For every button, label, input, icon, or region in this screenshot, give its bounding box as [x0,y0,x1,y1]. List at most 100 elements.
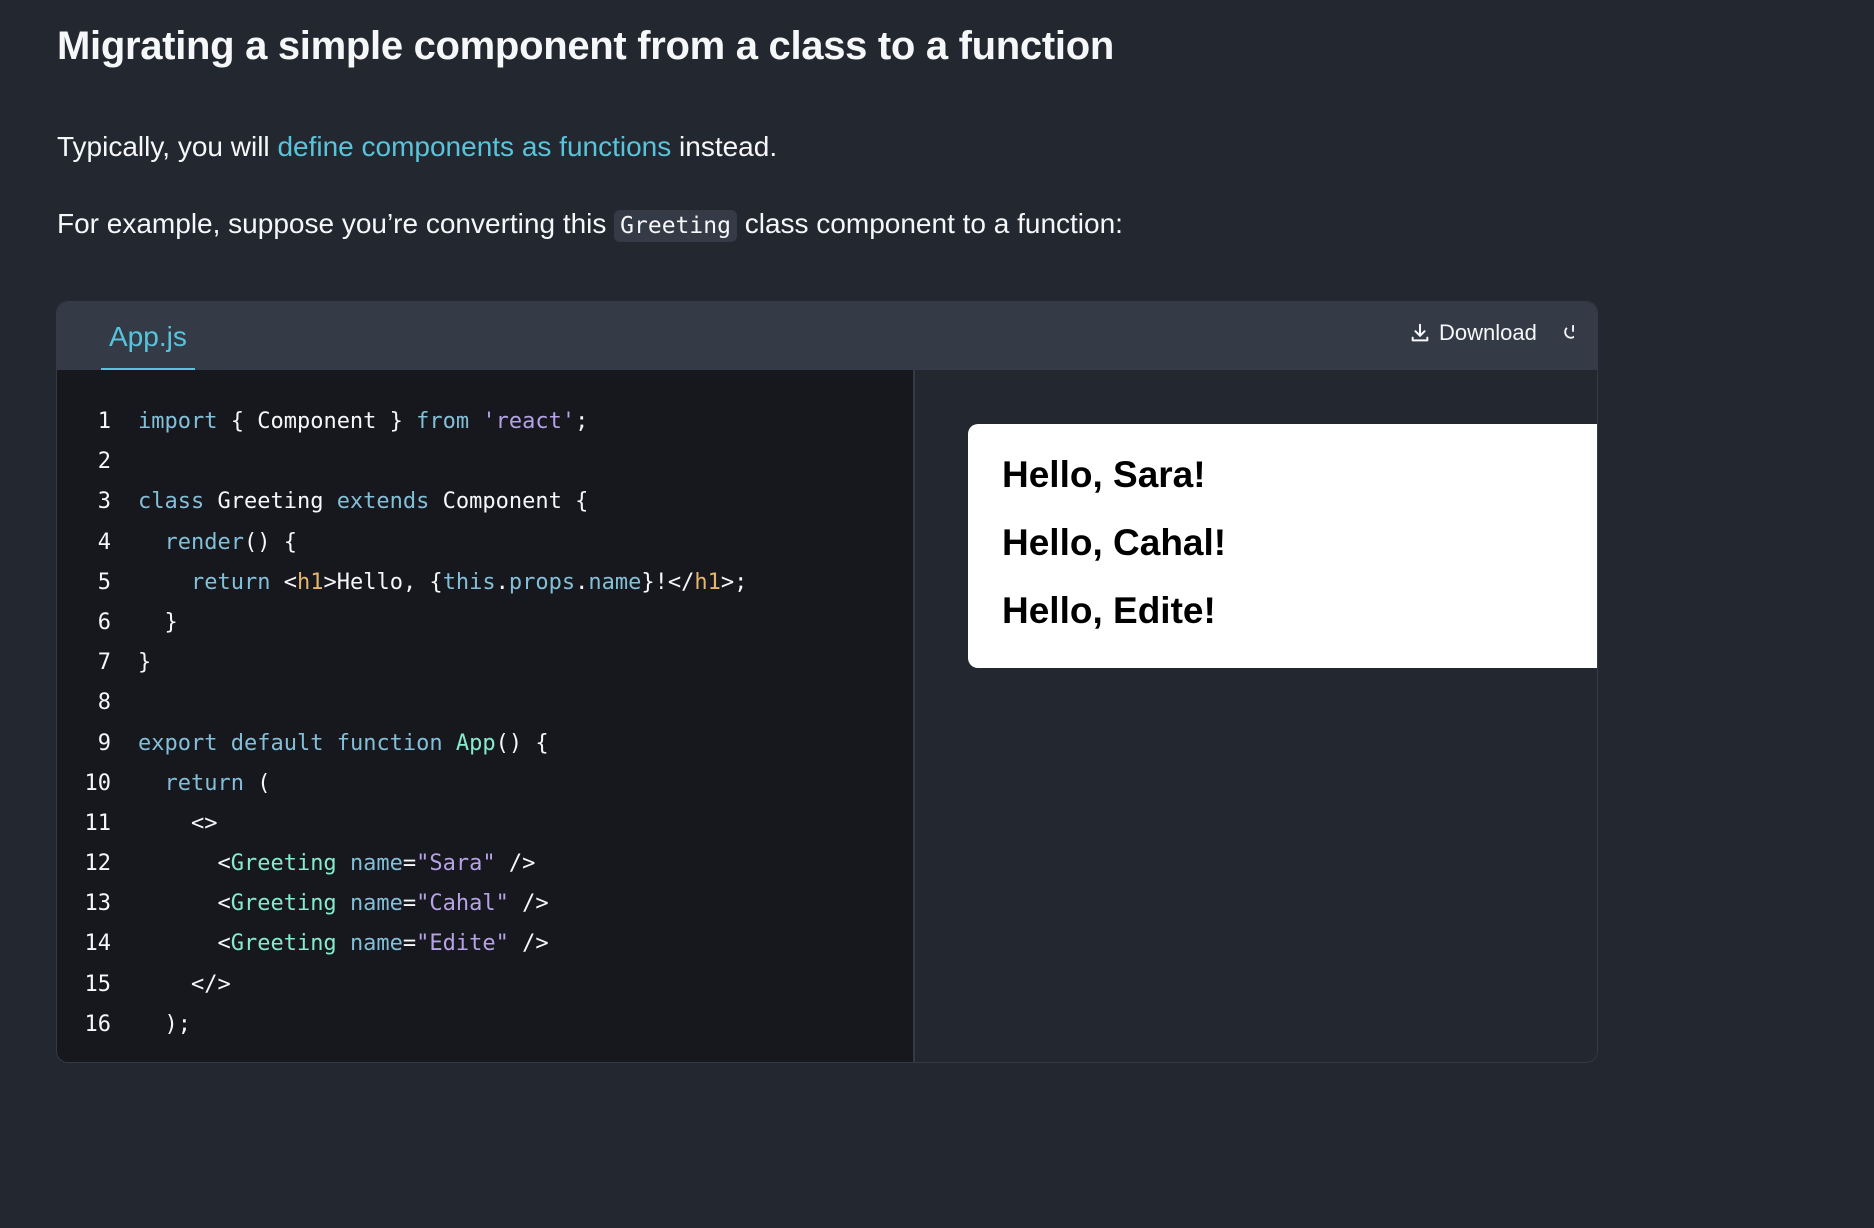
code-token: <> [138,810,218,836]
define-components-link[interactable]: define components as functions [277,131,671,162]
intro-paragraph: Typically, you will define components as… [57,127,777,167]
code-token: () { [495,730,549,756]
line-number: 7 [97,650,111,676]
code-line: 9 export default function App() { [57,724,747,764]
line-number: 10 [84,770,112,796]
code-token: = [402,931,417,957]
code-token: < [270,569,297,595]
code-token: function [336,730,443,756]
code-line: 8 [57,683,747,723]
sandbox-tab-bar: App.js Download ↺ [57,302,1597,370]
code-token: name [349,931,403,957]
code-token: < [138,851,231,877]
code-token: ; [575,409,589,434]
line-number: 2 [97,449,111,475]
code-token: }!</ [641,569,695,595]
code-token: Greeting [204,489,337,515]
code-token: "Edite" [416,931,509,957]
code-line: 15 </> [57,965,747,1005]
code-token: /> [508,891,549,917]
line-number: 3 [97,489,111,515]
code-line: 7} [57,643,747,683]
code-token: extends [336,489,430,515]
code-token: return [164,770,244,796]
example-text-after: class component to a function: [736,208,1123,239]
code-line: 13 < Greeting name = "Cahal" /> [57,884,747,924]
intro-text-after: instead. [671,131,778,162]
code-token: { Component } [217,409,417,434]
preview-frame: Hello, Sara! Hello, Cahal! Hello, Edite! [968,424,1597,668]
code-line: 6 } [57,603,747,643]
line-number: 15 [84,971,112,997]
code-sandbox: App.js Download ↺ 1 import { Component } … [56,301,1598,1063]
line-number: 9 [97,730,111,756]
code-token: "Cahal" [416,891,509,917]
code-token: . [575,569,589,595]
code-token: () { [243,529,297,555]
code-line: 12 < Greeting name = "Sara" /> [57,844,747,884]
code-token: App [455,730,496,756]
code-token: "Sara" [416,851,496,877]
preview-pane: Hello, Sara! Hello, Cahal! Hello, Edite! [915,370,1597,1062]
code-token: this [442,569,496,595]
code-editor[interactable]: 1 import { Component } from 'react'; 2 3 cla… [57,370,915,1062]
code-line: 1 import { Component } from 'react'; [57,402,747,442]
example-paragraph: For example, suppose you’re converting t… [57,204,1123,246]
code-token: </> [138,971,231,997]
code-line: 2 [57,442,747,482]
line-number: 6 [97,609,111,635]
intro-text-before: Typically, you will [57,131,278,162]
code-token: 'react' [482,409,576,434]
example-text-before: For example, suppose you’re converting t… [57,208,615,239]
code-token: name [588,569,642,595]
download-icon [1411,323,1429,342]
code-token: Greeting [230,891,337,917]
line-number: 13 [84,891,112,917]
download-button[interactable]: Download [1409,320,1537,346]
code-line: 11 <> [57,804,747,844]
section-heading: Migrating a simple component from a clas… [57,24,1114,68]
line-number: 5 [97,569,111,595]
code-token: Greeting [230,931,337,957]
code-token: Component { [429,489,589,515]
code-token: export [138,730,218,756]
code-token: } [138,609,178,635]
code-line: 14 < Greeting name = "Edite" /> [57,924,747,964]
code-token: = [402,851,417,877]
code-token: < [138,891,231,917]
line-number: 14 [84,931,112,957]
code-token: >Hello, { [323,569,443,595]
code-token: name [349,851,403,877]
code-token: /> [495,851,536,877]
code-token: default [230,730,324,756]
code-token: class [138,489,205,515]
code-line: 3 class Greeting extends Component { [57,482,747,522]
code-line: 10 return ( [57,764,747,804]
code-token: import [138,409,218,434]
reset-icon[interactable]: ↺ [1562,320,1574,348]
code-token: return [190,569,271,595]
code-line: 16 ); [57,1005,747,1045]
code-line: 5 return < h1 >Hello, {this. props. name}!</… [57,563,748,603]
line-number: 11 [84,810,112,836]
code-token: props [508,569,576,595]
line-number: 8 [97,690,111,716]
code-token: Greeting [230,851,337,877]
code-token: < [138,931,231,957]
code-token: render [164,529,244,555]
tab-app-js[interactable]: App.js [101,302,195,370]
line-number: 12 [84,851,112,877]
code-token: name [349,891,403,917]
code-token: ); [138,1011,191,1037]
code-token: = [402,891,417,917]
code-token: } [138,650,152,676]
code-token: h1 [296,569,324,595]
code-token: >; [720,569,748,595]
line-number: 16 [84,1011,112,1037]
